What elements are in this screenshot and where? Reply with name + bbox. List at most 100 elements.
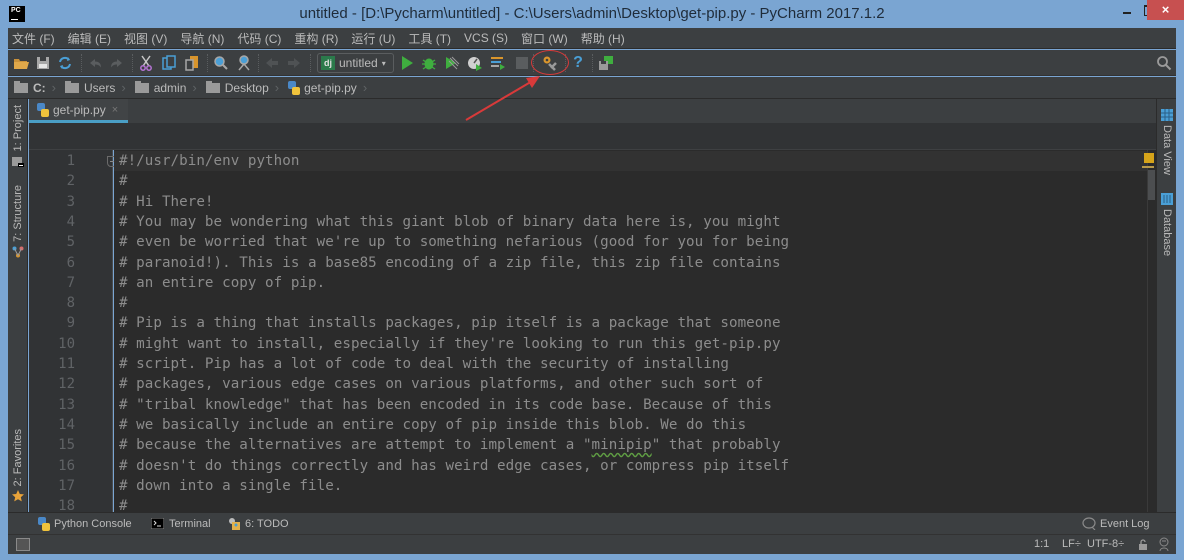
- menu-edit[interactable]: 编辑 (E): [68, 30, 111, 47]
- tool-window-event-log[interactable]: Event Log: [1082, 517, 1150, 530]
- line-number: 1: [66, 153, 75, 169]
- left-tool-window-bar: 1: Project 7: Structure 2: Favorites: [8, 99, 28, 512]
- paste-icon[interactable]: [183, 54, 201, 72]
- toolbar-separator: [258, 54, 259, 72]
- cut-icon[interactable]: [137, 54, 155, 72]
- line-number: 3: [66, 193, 75, 210]
- menu-refactor[interactable]: 重构 (R): [294, 30, 338, 47]
- breadcrumb-item[interactable]: Desktop ›: [205, 80, 279, 95]
- line-number: 10: [58, 335, 75, 352]
- spelling-typo-word[interactable]: minipip: [592, 437, 652, 453]
- tool-window-label: Event Log: [1100, 517, 1150, 530]
- line-number: 4: [66, 213, 75, 230]
- project-icon: [12, 157, 24, 168]
- toggle-tool-windows-icon[interactable]: [16, 538, 30, 551]
- breadcrumb-item[interactable]: admin ›: [134, 80, 197, 95]
- structure-icon: [12, 246, 24, 258]
- run-icon[interactable]: [398, 54, 416, 72]
- code-line: # Hi There!: [119, 193, 214, 210]
- code-line: # even be worried that we're up to somet…: [119, 234, 790, 251]
- breadcrumb-label: get-pip.py: [304, 80, 357, 95]
- python-sdk-icon[interactable]: [597, 54, 615, 72]
- tool-window-label: Python Console: [54, 517, 132, 530]
- tool-window-database[interactable]: Database: [1157, 193, 1177, 256]
- chevron-down-icon: ▾: [381, 58, 386, 68]
- menu-file[interactable]: 文件 (F): [12, 30, 55, 47]
- lock-icon[interactable]: [1138, 539, 1148, 550]
- menu-tools[interactable]: 工具 (T): [408, 30, 451, 47]
- open-folder-icon[interactable]: [12, 54, 30, 72]
- breadcrumb-label: Users: [84, 80, 116, 95]
- menu-vcs[interactable]: VCS (S): [464, 31, 508, 45]
- chevron-right-icon: ›: [51, 80, 57, 95]
- tool-window-favorites[interactable]: 2: Favorites: [8, 429, 28, 502]
- tool-window-label: Data View: [1161, 125, 1173, 175]
- close-tab-icon[interactable]: ×: [112, 104, 118, 116]
- menu-view[interactable]: 视图 (V): [124, 30, 167, 47]
- editor-scrollbar[interactable]: [1147, 150, 1156, 512]
- run-configuration-dropdown[interactable]: dj untitled ▾: [317, 53, 394, 73]
- tab-get-pip-py[interactable]: get-pip.py ×: [29, 99, 128, 123]
- editor-tab-bar: get-pip.py ×: [29, 99, 1156, 123]
- encoding-selector[interactable]: UTF-8÷: [1087, 538, 1124, 550]
- line-separator-selector[interactable]: LF÷: [1062, 538, 1081, 550]
- breadcrumb-label: C:: [33, 80, 46, 95]
- run-with-coverage-icon[interactable]: [443, 54, 461, 72]
- find-icon[interactable]: [212, 54, 230, 72]
- menu-run[interactable]: 运行 (U): [351, 30, 395, 47]
- title-bar: PC untitled - [D:\Pycharm\untitled] - C:…: [0, 0, 1184, 28]
- code-editor[interactable]: #!/usr/bin/env python # # Hi There! # You m…: [114, 150, 1147, 512]
- data-view-icon: [1161, 109, 1173, 121]
- breadcrumb-item[interactable]: Users ›: [65, 80, 126, 95]
- caret-position[interactable]: 1:1: [1034, 538, 1049, 550]
- tool-window-project[interactable]: 1: Project: [8, 105, 28, 168]
- copy-icon[interactable]: [160, 54, 178, 72]
- code-line: # packages, various edge cases on variou…: [119, 376, 764, 393]
- close-window-button[interactable]: ×: [1147, 0, 1184, 20]
- bottom-tool-window-bar: Python Console Terminal 6: TODO Event Lo…: [8, 512, 1176, 534]
- help-icon[interactable]: ?: [569, 54, 587, 72]
- menu-window[interactable]: 窗口 (W): [521, 30, 568, 47]
- hector-inspector-icon[interactable]: [1158, 537, 1170, 552]
- line-number: 7: [66, 274, 75, 291]
- menu-bar: 文件 (F) 编辑 (E) 视图 (V) 导航 (N) 代码 (C) 重构 (R…: [8, 28, 1176, 49]
- code-line: # Pip is a thing that installs packages,…: [119, 315, 781, 332]
- annotation-arrow: [465, 76, 540, 121]
- line-number: 9: [66, 315, 75, 332]
- tool-window-data-view[interactable]: Data View: [1157, 109, 1177, 175]
- django-icon: dj: [321, 56, 335, 70]
- line-number: 14: [58, 416, 75, 433]
- line-number: 12: [58, 376, 75, 393]
- search-everywhere-icon[interactable]: [1155, 54, 1173, 72]
- menu-code[interactable]: 代码 (C): [237, 30, 281, 47]
- scrollbar-thumb[interactable]: [1148, 170, 1155, 200]
- line-number: 16: [58, 457, 75, 474]
- tool-window-label: 7: Structure: [12, 185, 24, 242]
- inspection-status-indicator[interactable]: [1144, 153, 1154, 163]
- toolbar-separator: [132, 54, 133, 72]
- tool-window-structure[interactable]: 7: Structure: [8, 185, 28, 258]
- menu-help[interactable]: 帮助 (H): [581, 30, 625, 47]
- breadcrumb-item[interactable]: get-pip.py ›: [288, 80, 367, 95]
- tab-label: get-pip.py: [53, 102, 106, 117]
- toolbar-separator: [592, 54, 593, 72]
- back-icon[interactable]: [263, 54, 281, 72]
- warning-stripe-marker[interactable]: [1142, 166, 1154, 168]
- todo-icon: [229, 518, 240, 530]
- undo-icon[interactable]: [86, 54, 104, 72]
- replace-icon[interactable]: [235, 54, 253, 72]
- menu-navigate[interactable]: 导航 (N): [180, 30, 224, 47]
- line-number: 11: [58, 356, 75, 372]
- breadcrumb-item[interactable]: C: ›: [14, 80, 56, 95]
- redo-icon[interactable]: [108, 54, 126, 72]
- python-console-icon: [38, 516, 50, 531]
- line-number: 6: [66, 254, 75, 271]
- python-file-icon: [37, 102, 49, 117]
- forward-icon[interactable]: [285, 54, 303, 72]
- tool-window-python-console[interactable]: Python Console: [38, 516, 132, 531]
- debug-icon[interactable]: [420, 54, 438, 72]
- save-all-icon[interactable]: [34, 54, 52, 72]
- synchronize-icon[interactable]: [56, 54, 74, 72]
- tool-window-terminal[interactable]: Terminal: [151, 518, 211, 530]
- tool-window-todo[interactable]: 6: TODO: [228, 517, 289, 530]
